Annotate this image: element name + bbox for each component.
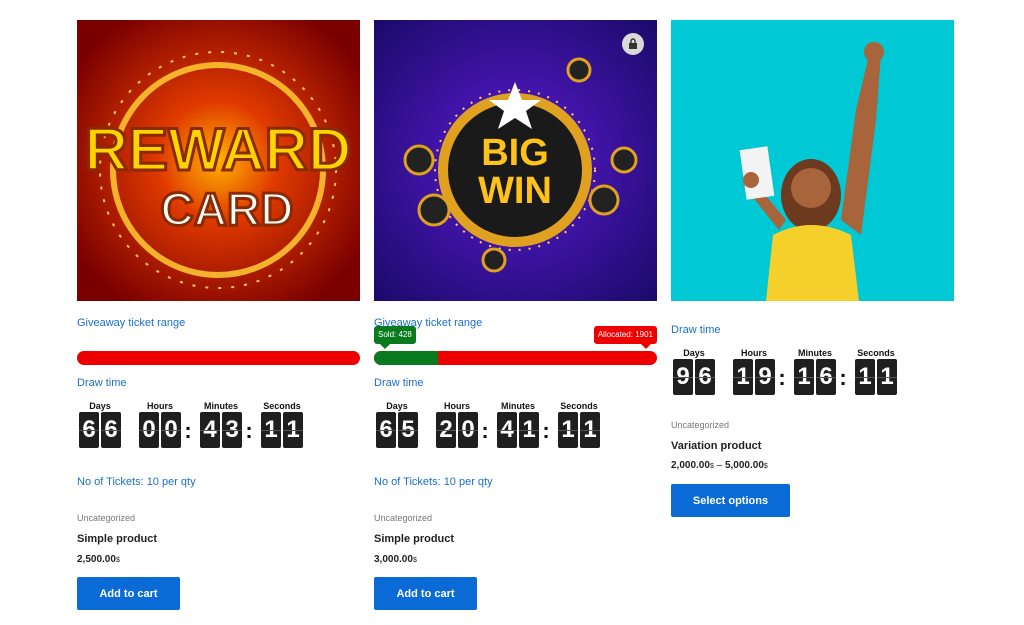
timer-minutes: Minutes 16 (792, 347, 838, 395)
lock-bag-icon[interactable] (622, 33, 644, 55)
digit: 6 (376, 412, 396, 448)
minutes-digits: 41 (495, 412, 541, 448)
product-title[interactable]: Variation product (671, 440, 761, 452)
timer-hours: Hours 19 (731, 347, 777, 395)
hours-digits: 19 (731, 359, 777, 395)
product-price: 3,000.00$ (374, 554, 417, 565)
digit: 1 (733, 359, 753, 395)
product-card-reward: REWARD CARD Giveaway ticket range Draw t… (77, 20, 360, 610)
timer-seconds: Seconds 11 (853, 347, 899, 395)
product-price: 2,500.00$ (77, 554, 120, 565)
product-image-winner[interactable] (671, 20, 954, 301)
timer-days: Days 96 (671, 347, 717, 395)
colon: : (778, 365, 786, 390)
hours-digits: 20 (434, 412, 480, 448)
digit: 6 (79, 412, 99, 448)
product-card-variation: Draw time Days 96 Hours 19 : Minutes 16 … (671, 20, 954, 517)
days-digits: 66 (77, 412, 123, 448)
product-category[interactable]: Uncategorized (374, 513, 432, 523)
seconds-digits: 11 (259, 412, 305, 448)
colon: : (542, 418, 550, 443)
seconds-digits: 11 (556, 412, 602, 448)
reward-text: REWARD (85, 116, 352, 183)
digit: 6 (101, 412, 121, 448)
product-image-reward-card[interactable]: REWARD CARD (77, 20, 360, 301)
giveaway-range-link[interactable]: Giveaway ticket range (77, 317, 185, 329)
digit: 4 (497, 412, 517, 448)
sold-tooltip: Sold: 428 (374, 326, 416, 349)
card-text: CARD (161, 183, 294, 235)
digit: 6 (816, 359, 836, 395)
draw-time-link[interactable]: Draw time (77, 377, 127, 389)
digit: 1 (519, 412, 539, 448)
product-image-big-win[interactable]: BIG WIN (374, 20, 657, 301)
ticket-range-bar (374, 351, 657, 365)
timer-minutes: Minutes 41 (495, 400, 541, 448)
timer-minutes: Minutes 43 (198, 400, 244, 448)
digit: 1 (261, 412, 281, 448)
digit: 1 (855, 359, 875, 395)
colon: : (245, 418, 253, 443)
add-to-cart-button[interactable]: Add to cart (77, 577, 180, 610)
draw-time-link[interactable]: Draw time (671, 324, 721, 336)
digit: 1 (580, 412, 600, 448)
tickets-per-qty: No of Tickets: 10 per qty (77, 476, 196, 488)
ticket-range-bar (77, 351, 360, 365)
digit: 3 (222, 412, 242, 448)
select-options-button[interactable]: Select options (671, 484, 790, 517)
big-text: BIG (481, 132, 549, 174)
hours-digits: 00 (137, 412, 183, 448)
seconds-digits: 11 (853, 359, 899, 395)
digit: 2 (436, 412, 456, 448)
product-title[interactable]: Simple product (374, 533, 454, 545)
timer-days: Days 66 (77, 400, 123, 448)
product-category[interactable]: Uncategorized (671, 420, 729, 430)
tickets-per-qty: No of Tickets: 10 per qty (374, 476, 493, 488)
days-digits: 65 (374, 412, 420, 448)
product-title[interactable]: Simple product (77, 533, 157, 545)
sold-progress-fill (374, 351, 438, 365)
digit: 1 (283, 412, 303, 448)
digit: 0 (161, 412, 181, 448)
product-category[interactable]: Uncategorized (77, 513, 135, 523)
digit: 1 (794, 359, 814, 395)
timer-days: Days 65 (374, 400, 420, 448)
colon: : (184, 418, 192, 443)
digit: 5 (398, 412, 418, 448)
add-to-cart-button[interactable]: Add to cart (374, 577, 477, 610)
draw-time-link[interactable]: Draw time (374, 377, 424, 389)
allocated-tooltip: Allocated: 1901 (593, 326, 657, 349)
product-price-range: 2,000.00$ – 5,000.00$ (671, 460, 768, 471)
product-card-big-win: BIG WIN Giveaway ticket range Sold: 428 … (374, 20, 657, 610)
digit: 1 (558, 412, 578, 448)
digit: 0 (139, 412, 159, 448)
digit: 9 (755, 359, 775, 395)
digit: 0 (458, 412, 478, 448)
digit: 9 (673, 359, 693, 395)
minutes-digits: 43 (198, 412, 244, 448)
timer-seconds: Seconds 11 (259, 400, 305, 448)
timer-seconds: Seconds 11 (556, 400, 602, 448)
digit: 4 (200, 412, 220, 448)
digit: 1 (877, 359, 897, 395)
colon: : (481, 418, 489, 443)
minutes-digits: 16 (792, 359, 838, 395)
colon: : (839, 365, 847, 390)
timer-hours: Hours 20 (434, 400, 480, 448)
days-digits: 96 (671, 359, 717, 395)
win-text: WIN (478, 170, 552, 212)
timer-hours: Hours 00 (137, 400, 183, 448)
digit: 6 (695, 359, 715, 395)
